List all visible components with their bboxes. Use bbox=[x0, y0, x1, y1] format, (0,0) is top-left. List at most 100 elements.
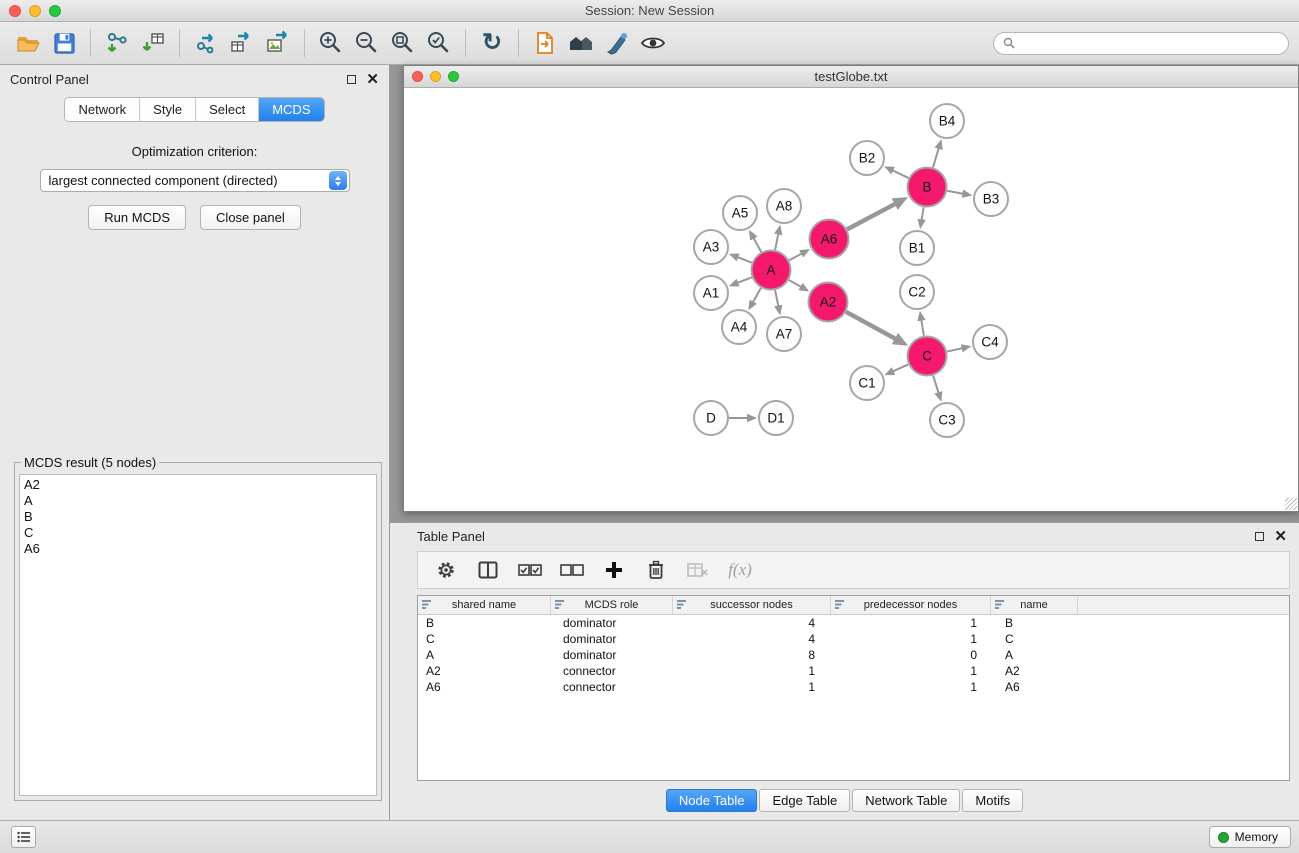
float-table-panel-icon[interactable] bbox=[1255, 532, 1264, 541]
mcds-result-list[interactable]: A2ABCA6 bbox=[19, 474, 377, 796]
show-graphics-details-button[interactable] bbox=[635, 26, 671, 60]
create-column-button[interactable] bbox=[598, 555, 630, 585]
delete-table-button[interactable] bbox=[682, 555, 714, 585]
result-item[interactable]: A2 bbox=[24, 477, 376, 493]
graph-edge-A2-C[interactable] bbox=[846, 312, 908, 346]
graph-edge-C-C1[interactable] bbox=[884, 364, 908, 375]
graph-edge-A-A1[interactable] bbox=[729, 277, 752, 286]
tab-motifs[interactable]: Motifs bbox=[962, 789, 1023, 812]
graph-node-B1[interactable]: B1 bbox=[900, 231, 934, 265]
table-row[interactable]: Adominator80A bbox=[418, 647, 1289, 663]
open-session-button[interactable] bbox=[10, 26, 46, 60]
graph-node-A5[interactable]: A5 bbox=[723, 196, 757, 230]
graph-node-C[interactable]: C bbox=[908, 337, 947, 376]
close-panel-icon[interactable]: ✕ bbox=[366, 72, 379, 87]
column-header-shared-name[interactable]: shared name bbox=[418, 596, 551, 614]
close-window-button[interactable] bbox=[9, 5, 21, 17]
graph-node-A[interactable]: A bbox=[752, 251, 791, 290]
result-item[interactable]: C bbox=[24, 525, 376, 541]
task-history-button[interactable] bbox=[11, 826, 36, 848]
select-all-button[interactable] bbox=[514, 555, 546, 585]
export-image-button[interactable] bbox=[260, 26, 296, 60]
graph-node-A7[interactable]: A7 bbox=[767, 317, 801, 351]
zoom-in-button[interactable] bbox=[313, 26, 349, 60]
result-item[interactable]: A bbox=[24, 493, 376, 509]
minimize-window-button[interactable] bbox=[29, 5, 41, 17]
graph-edge-A-A3[interactable] bbox=[729, 253, 752, 262]
import-network-button[interactable] bbox=[99, 26, 135, 60]
graph-node-C2[interactable]: C2 bbox=[900, 275, 934, 309]
graph-edge-B-B2[interactable] bbox=[884, 166, 908, 178]
graph-node-B[interactable]: B bbox=[908, 168, 947, 207]
graph-node-C4[interactable]: C4 bbox=[973, 325, 1007, 359]
tab-style[interactable]: Style bbox=[140, 98, 196, 121]
table-row[interactable]: Bdominator41B bbox=[418, 615, 1289, 631]
graph-edge-A-A4[interactable] bbox=[748, 288, 761, 311]
save-session-button[interactable] bbox=[46, 26, 82, 60]
network-canvas[interactable]: B4B2BB3A8A5A6A3B1AC2A1A2A4A7C4CC1C3DD1 bbox=[404, 88, 1298, 511]
result-item[interactable]: B bbox=[24, 509, 376, 525]
close-panel-button[interactable]: Close panel bbox=[200, 205, 301, 230]
graph-node-D[interactable]: D bbox=[694, 401, 728, 435]
zoom-network-window-button[interactable] bbox=[448, 71, 459, 82]
column-header-mcds-role[interactable]: MCDS role bbox=[551, 596, 673, 614]
search-input[interactable] bbox=[1021, 36, 1279, 50]
import-table-button[interactable] bbox=[135, 26, 171, 60]
result-item[interactable]: A6 bbox=[24, 541, 376, 557]
graph-edge-A-A8[interactable] bbox=[774, 225, 782, 250]
table-row[interactable]: A2connector11A2 bbox=[418, 663, 1289, 679]
tab-select[interactable]: Select bbox=[196, 98, 259, 121]
graph-edge-A-A6[interactable] bbox=[789, 249, 810, 260]
graph-node-C1[interactable]: C1 bbox=[850, 366, 884, 400]
delete-column-button[interactable] bbox=[640, 555, 672, 585]
column-header-predecessor-nodes[interactable]: predecessor nodes bbox=[831, 596, 991, 614]
graph-node-A6[interactable]: A6 bbox=[810, 220, 849, 259]
tab-edge-table[interactable]: Edge Table bbox=[759, 789, 850, 812]
minimize-network-window-button[interactable] bbox=[430, 71, 441, 82]
zoom-window-button[interactable] bbox=[49, 5, 61, 17]
float-panel-icon[interactable] bbox=[347, 75, 356, 84]
graph-edge-A-A7[interactable] bbox=[774, 290, 782, 315]
refresh-layout-button[interactable]: ↻ bbox=[474, 26, 510, 60]
graph-edge-B-B3[interactable] bbox=[947, 190, 972, 198]
graph-edge-D-D1[interactable] bbox=[729, 414, 757, 422]
graph-edge-A-A5[interactable] bbox=[749, 230, 761, 252]
graph-node-B4[interactable]: B4 bbox=[930, 104, 964, 138]
graph-node-A1[interactable]: A1 bbox=[694, 276, 728, 310]
graph-node-B2[interactable]: B2 bbox=[850, 141, 884, 175]
criterion-dropdown[interactable]: largest connected component (directed) bbox=[40, 169, 350, 192]
graph-edge-A-A2[interactable] bbox=[789, 280, 809, 291]
tab-mcds[interactable]: MCDS bbox=[259, 98, 323, 121]
graph-edge-B-B1[interactable] bbox=[918, 207, 926, 229]
deselect-all-button[interactable] bbox=[556, 555, 588, 585]
graph-node-A3[interactable]: A3 bbox=[694, 230, 728, 264]
table-row[interactable]: A6connector11A6 bbox=[418, 679, 1289, 695]
column-header-name[interactable]: name bbox=[991, 596, 1078, 614]
show-all-networks-button[interactable] bbox=[563, 26, 599, 60]
zoom-fit-button[interactable] bbox=[385, 26, 421, 60]
close-network-window-button[interactable] bbox=[412, 71, 423, 82]
graph-node-D1[interactable]: D1 bbox=[759, 401, 793, 435]
apply-style-button[interactable] bbox=[599, 26, 635, 60]
tab-node-table[interactable]: Node Table bbox=[666, 789, 758, 812]
graph-node-A4[interactable]: A4 bbox=[722, 310, 756, 344]
graph-edge-C-C2[interactable] bbox=[917, 311, 925, 336]
graph-node-B3[interactable]: B3 bbox=[974, 182, 1008, 216]
zoom-selected-button[interactable] bbox=[421, 26, 457, 60]
export-network-button[interactable] bbox=[188, 26, 224, 60]
graph-edge-C-C3[interactable] bbox=[933, 376, 942, 402]
memory-status-button[interactable]: Memory bbox=[1209, 826, 1291, 848]
function-builder-button[interactable]: f(x) bbox=[724, 555, 756, 585]
tab-network[interactable]: Network bbox=[65, 98, 140, 121]
network-window-titlebar[interactable]: testGlobe.txt bbox=[404, 66, 1298, 88]
show-columns-button[interactable] bbox=[472, 555, 504, 585]
graph-node-A2[interactable]: A2 bbox=[809, 283, 848, 322]
graph-edge-C-C4[interactable] bbox=[947, 344, 971, 352]
open-document-button[interactable] bbox=[527, 26, 563, 60]
run-mcds-button[interactable]: Run MCDS bbox=[88, 205, 186, 230]
graph-node-A8[interactable]: A8 bbox=[767, 189, 801, 223]
zoom-out-button[interactable] bbox=[349, 26, 385, 60]
export-table-button[interactable] bbox=[224, 26, 260, 60]
close-table-panel-icon[interactable]: ✕ bbox=[1274, 529, 1287, 544]
table-row[interactable]: Cdominator41C bbox=[418, 631, 1289, 647]
